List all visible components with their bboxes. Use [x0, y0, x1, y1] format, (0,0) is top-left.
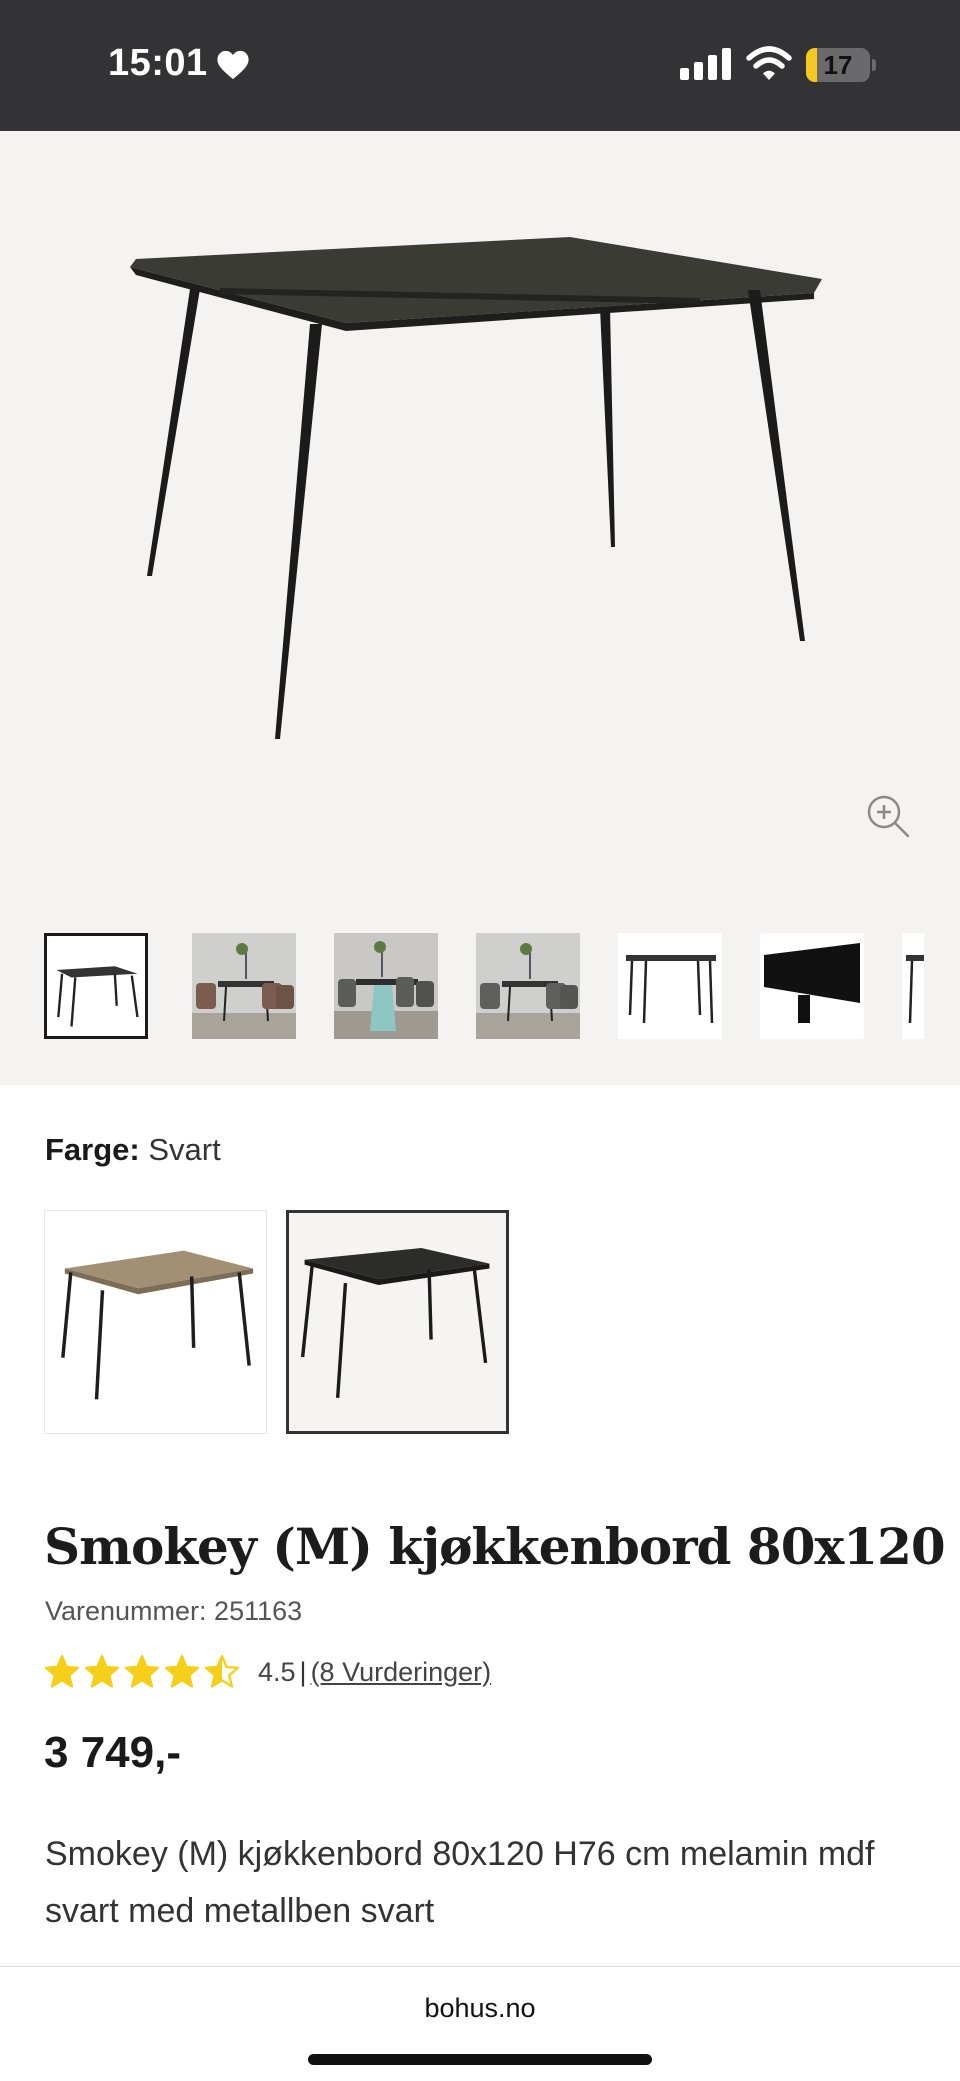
thumbnail-4[interactable] — [476, 933, 580, 1039]
color-label: Farge: — [45, 1132, 140, 1167]
star-icon — [164, 1655, 200, 1688]
zoom-in-icon[interactable] — [866, 794, 910, 838]
rating-row: 4.5 | (8 Vurderinger) — [44, 1652, 491, 1692]
battery-tip — [872, 59, 876, 71]
browser-url-bar[interactable]: bohus.no — [0, 1966, 960, 2081]
product-title: Smokey (M) kjøkkenbord 80x120 — [44, 1517, 946, 1576]
room-scene-image — [192, 933, 296, 1039]
thumbnail-2[interactable] — [192, 933, 296, 1039]
product-gallery — [0, 131, 960, 1085]
main-product-image[interactable] — [100, 171, 860, 871]
thumbnail-7[interactable] — [902, 933, 924, 1039]
star-icon — [124, 1655, 160, 1688]
signal-icon — [680, 48, 731, 80]
home-indicator — [308, 2054, 652, 2065]
url-text[interactable]: bohus.no — [0, 1993, 960, 2024]
room-scene-image — [476, 933, 580, 1039]
thumbnail-6[interactable] — [760, 933, 864, 1039]
thumbnail-3[interactable] — [334, 933, 438, 1039]
sku-number: Varenummer: 251163 — [45, 1596, 303, 1626]
status-time: 15:01 — [108, 42, 208, 84]
color-variant-oak[interactable] — [44, 1210, 267, 1434]
star-icon — [84, 1655, 120, 1688]
product-price: 3 749,- — [44, 1728, 181, 1777]
battery-level: 17 — [823, 50, 853, 80]
partial-image — [906, 955, 924, 1024]
table-image — [56, 966, 139, 1027]
star-icon — [44, 1655, 80, 1688]
reviews-link[interactable]: (8 Vurderinger) — [311, 1657, 492, 1688]
heart-icon — [217, 50, 249, 80]
wifi-icon — [746, 46, 792, 80]
table-image — [626, 955, 716, 1024]
battery-indicator: 17 — [806, 48, 876, 82]
rating-value: 4.5 — [258, 1656, 296, 1687]
color-variant-black[interactable] — [286, 1210, 509, 1434]
color-value: Svart — [148, 1132, 221, 1167]
thumbnail-strip[interactable] — [44, 933, 924, 1043]
tabletop-detail-image — [764, 943, 860, 1023]
half-star-icon — [204, 1655, 240, 1688]
color-label-row: Farge: Svart — [45, 1132, 221, 1168]
thumbnail-1[interactable] — [44, 933, 148, 1039]
oak-table-image — [61, 1250, 254, 1400]
product-description: Smokey (M) kjøkkenbord 80x120 H76 cm mel… — [45, 1835, 875, 1930]
rating-separator: | — [299, 1656, 307, 1687]
room-scene-image — [334, 933, 438, 1039]
thumbnail-5[interactable] — [618, 933, 722, 1039]
star-rating — [44, 1654, 244, 1690]
black-table-image — [300, 1248, 490, 1399]
status-bar: 15:01 17 — [0, 0, 960, 131]
